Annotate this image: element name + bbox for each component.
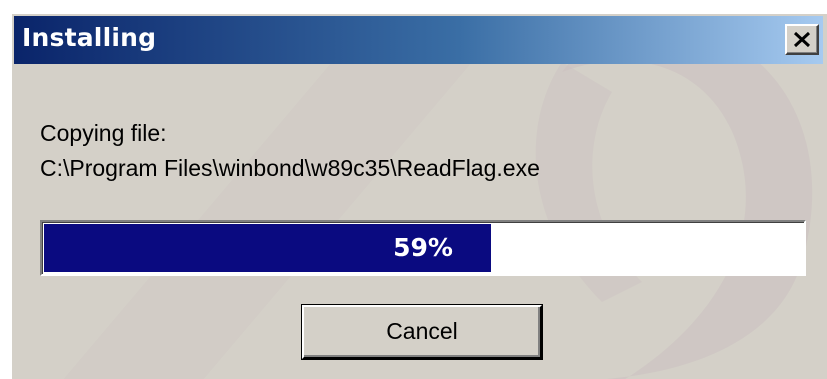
progress-percent-label: 59% xyxy=(393,233,453,262)
cancel-button[interactable]: Cancel xyxy=(301,304,543,360)
copying-file-label: Copying file: xyxy=(40,120,167,146)
close-button[interactable] xyxy=(785,24,819,55)
title-bar[interactable]: Installing xyxy=(14,16,823,64)
file-path-text: C:\Program Files\winbond\w89c35\ReadFlag… xyxy=(40,155,540,181)
window-title: Installing xyxy=(22,23,157,52)
close-x-icon xyxy=(793,31,811,48)
installing-dialog: Installing Copying file: C:\Program File… xyxy=(10,12,827,379)
progress-bar: 59% xyxy=(40,220,806,276)
